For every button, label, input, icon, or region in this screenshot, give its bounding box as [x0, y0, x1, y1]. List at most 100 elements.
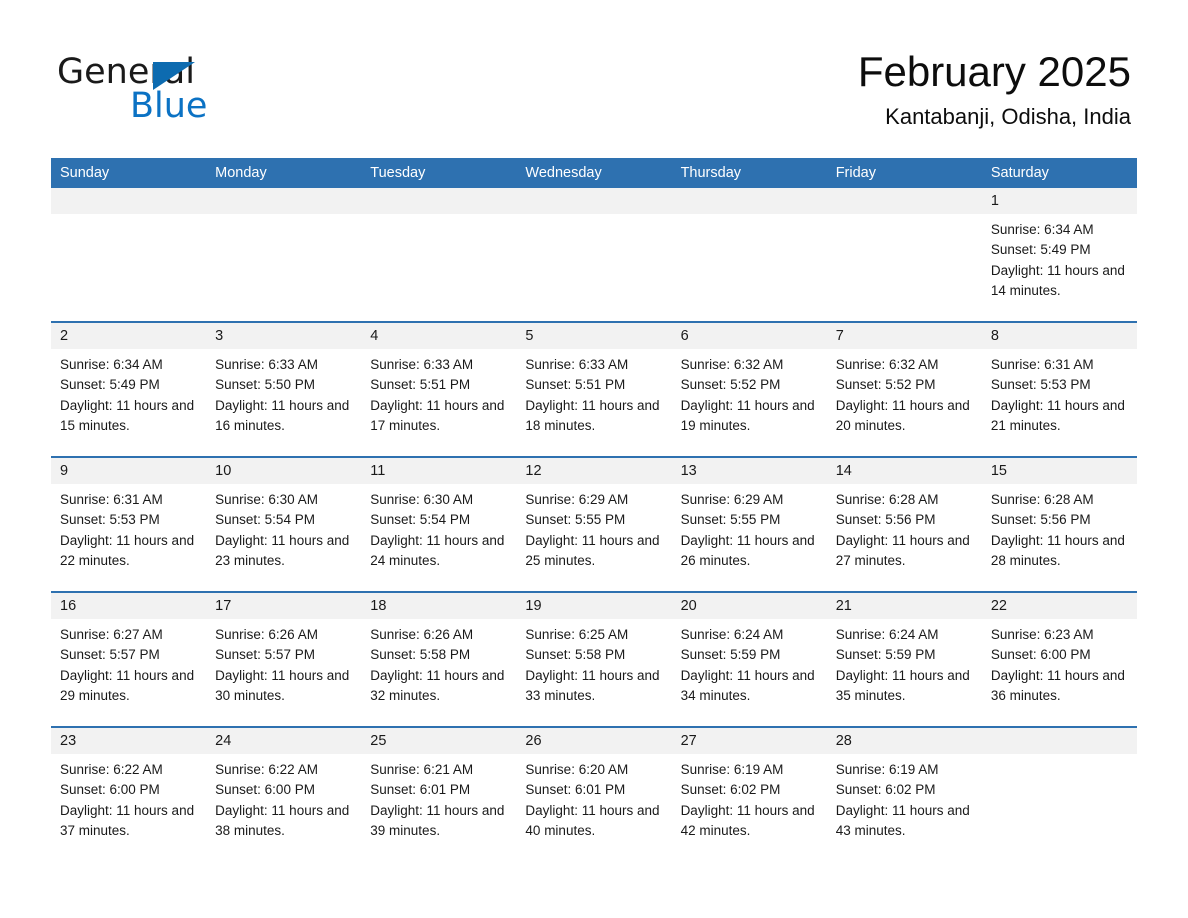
calendar-day-cell[interactable]: 3 Sunrise: 6:33 AM Sunset: 5:50 PM Daylight… — [206, 323, 362, 456]
calendar-page: General Blue February 2025 Kantabanji, O… — [0, 0, 1188, 918]
calendar-day-cell[interactable]: 27 Sunrise: 6:19 AM Sunset: 6:02 PM Dayligh… — [671, 728, 827, 861]
calendar-day-cell[interactable]: 18 Sunrise: 6:26 AM Sunset: 5:58 PM Dayligh… — [361, 593, 517, 726]
sunset-time: Sunset: 5:52 PM — [680, 377, 781, 393]
calendar-day-cell[interactable]: 28 Sunrise: 6:19 AM Sunset: 6:02 PM Dayligh… — [826, 728, 982, 861]
day-details: Sunrise: 6:30 AM Sunset: 5:54 PM Daylight:… — [361, 484, 516, 571]
calendar-day-cell[interactable]: 2 Sunrise: 6:34 AM Sunset: 5:49 PM Daylight… — [51, 323, 207, 456]
day-details: Sunrise: 6:21 AM Sunset: 6:01 PM Daylight:… — [361, 754, 516, 841]
sunrise-time: Sunrise: 6:21 AM — [370, 762, 474, 777]
day-of-week-header-friday: Friday — [835, 165, 876, 181]
day-number: 25 — [361, 728, 517, 754]
sunset-time: Sunset: 5:54 PM — [215, 512, 315, 528]
daylight-duration: Daylight: 11 hours and 23 minutes. — [215, 532, 350, 568]
calendar-day-cell[interactable]: 21 Sunrise: 6:24 AM Sunset: 5:59 PM Dayligh… — [826, 593, 982, 726]
day-number: 27 — [671, 728, 827, 754]
calendar-week-row: 16 Sunrise: 6:27 AM Sunset: 5:57 PM Dayligh… — [51, 591, 1137, 726]
day-details: Sunrise: 6:33 AM Sunset: 5:51 PM Daylight:… — [516, 349, 671, 436]
day-number: 1 — [981, 188, 1137, 214]
day-number: 16 — [51, 593, 207, 619]
calendar-day-cell[interactable]: 13 Sunrise: 6:29 AM Sunset: 5:55 PM Dayligh… — [671, 458, 827, 591]
sunrise-time: Sunrise: 6:32 AM — [680, 357, 784, 372]
sunset-time: Sunset: 6:02 PM — [680, 782, 781, 798]
day-details: Sunrise: 6:33 AM Sunset: 5:51 PM Daylight:… — [361, 349, 516, 436]
sunset-time: Sunset: 5:52 PM — [835, 377, 936, 393]
day-details: Sunrise: 6:25 AM Sunset: 5:58 PM Daylight:… — [516, 619, 671, 706]
day-details: Sunrise: 6:28 AM Sunset: 5:56 PM Daylight:… — [982, 484, 1137, 571]
calendar-day-cell[interactable]: 16 Sunrise: 6:27 AM Sunset: 5:57 PM Dayligh… — [51, 593, 207, 726]
sunset-time: Sunset: 6:01 PM — [370, 782, 471, 798]
calendar-day-cell[interactable]: 4 Sunrise: 6:33 AM Sunset: 5:51 PM Daylight… — [361, 323, 517, 456]
calendar-day-cell[interactable]: 25 Sunrise: 6:21 AM Sunset: 6:01 PM Dayligh… — [361, 728, 517, 861]
calendar-day-cell[interactable]: 9 Sunrise: 6:31 AM Sunset: 5:53 PM Daylight… — [51, 458, 207, 591]
day-of-week-header-saturday: Saturday — [990, 165, 1049, 181]
day-number: 7 — [826, 323, 982, 349]
day-number — [981, 728, 1137, 754]
calendar-day-cell[interactable]: 23 Sunrise: 6:22 AM Sunset: 6:00 PM Dayligh… — [51, 728, 207, 861]
sunset-time: Sunset: 5:57 PM — [215, 647, 315, 663]
sunrise-time: Sunrise: 6:28 AM — [835, 492, 939, 507]
sunset-time: Sunset: 6:02 PM — [835, 782, 936, 798]
calendar-day-cell-empty — [516, 188, 672, 321]
sunrise-time: Sunrise: 6:31 AM — [60, 492, 163, 507]
calendar-day-cell[interactable]: 22 Sunrise: 6:23 AM Sunset: 6:00 PM Dayligh… — [981, 593, 1137, 726]
calendar-day-cell[interactable]: 17 Sunrise: 6:26 AM Sunset: 5:57 PM Dayligh… — [206, 593, 362, 726]
day-details: Sunrise: 6:31 AM Sunset: 5:53 PM Daylight:… — [51, 484, 206, 571]
day-number: 6 — [671, 323, 827, 349]
daylight-duration: Daylight: 11 hours and 29 minutes. — [60, 667, 195, 703]
day-details: Sunrise: 6:24 AM Sunset: 5:59 PM Daylight:… — [827, 619, 982, 706]
day-number: 4 — [361, 323, 517, 349]
calendar-day-cell[interactable]: 15 Sunrise: 6:28 AM Sunset: 5:56 PM Dayligh… — [981, 458, 1137, 591]
daylight-duration: Daylight: 11 hours and 40 minutes. — [525, 802, 660, 838]
daylight-duration: Daylight: 11 hours and 21 minutes. — [990, 397, 1125, 433]
daylight-duration: Daylight: 11 hours and 28 minutes. — [990, 532, 1125, 568]
calendar-day-cell[interactable]: 10 Sunrise: 6:30 AM Sunset: 5:54 PM Dayligh… — [206, 458, 362, 591]
calendar-week-row: 2 Sunrise: 6:34 AM Sunset: 5:49 PM Daylight… — [51, 321, 1137, 456]
sunrise-time: Sunrise: 6:24 AM — [680, 627, 784, 642]
calendar-day-cell[interactable]: 24 Sunrise: 6:22 AM Sunset: 6:00 PM Dayligh… — [206, 728, 362, 861]
daylight-duration: Daylight: 11 hours and 42 minutes. — [680, 802, 815, 838]
day-of-week-header-sunday: Sunday — [60, 165, 110, 181]
sunrise-time: Sunrise: 6:30 AM — [215, 492, 318, 507]
calendar-week-row: 23 Sunrise: 6:22 AM Sunset: 6:00 PM Dayligh… — [51, 726, 1137, 861]
daylight-duration: Daylight: 11 hours and 22 minutes. — [60, 532, 195, 568]
calendar-day-cell[interactable]: 12 Sunrise: 6:29 AM Sunset: 5:55 PM Dayligh… — [516, 458, 672, 591]
calendar-day-cell[interactable]: 6 Sunrise: 6:32 AM Sunset: 5:52 PM Daylight… — [671, 323, 827, 456]
sunset-time: Sunset: 5:49 PM — [60, 377, 160, 393]
calendar-day-cell[interactable]: 5 Sunrise: 6:33 AM Sunset: 5:51 PM Daylight… — [516, 323, 672, 456]
calendar-day-cell[interactable]: 19 Sunrise: 6:25 AM Sunset: 5:58 PM Dayligh… — [516, 593, 672, 726]
sunrise-time: Sunrise: 6:24 AM — [835, 627, 939, 642]
calendar-day-cell[interactable]: 20 Sunrise: 6:24 AM Sunset: 5:59 PM Dayligh… — [671, 593, 827, 726]
generalblue-logo[interactable]: General Blue — [57, 52, 377, 128]
calendar-day-cell[interactable]: 26 Sunrise: 6:20 AM Sunset: 6:01 PM Dayligh… — [516, 728, 672, 861]
calendar-week-row: 9 Sunrise: 6:31 AM Sunset: 5:53 PM Daylight… — [51, 456, 1137, 591]
day-number — [671, 188, 827, 214]
sunset-time: Sunset: 5:55 PM — [525, 512, 626, 528]
sunset-time: Sunset: 5:58 PM — [525, 647, 626, 663]
calendar-week-row: 1 Sunrise: 6:34 AM Sunset: 5:49 PM Daylight… — [51, 188, 1137, 321]
calendar-day-cell[interactable]: 1 Sunrise: 6:34 AM Sunset: 5:49 PM Daylight… — [981, 188, 1137, 321]
sunrise-time: Sunrise: 6:33 AM — [215, 357, 318, 372]
sunset-time: Sunset: 6:01 PM — [525, 782, 626, 798]
sunset-time: Sunset: 5:51 PM — [370, 377, 471, 393]
title-block: February 2025 Kantabanji, Odisha, India — [858, 47, 1131, 130]
day-of-week-header-wednesday: Wednesday — [525, 165, 602, 181]
sunset-time: Sunset: 5:58 PM — [370, 647, 471, 663]
sunrise-time: Sunrise: 6:31 AM — [990, 357, 1094, 372]
sunset-time: Sunset: 5:59 PM — [835, 647, 936, 663]
day-number: 21 — [826, 593, 982, 619]
day-details: Sunrise: 6:30 AM Sunset: 5:54 PM Daylight:… — [206, 484, 361, 571]
calendar-day-cell[interactable]: 7 Sunrise: 6:32 AM Sunset: 5:52 PM Daylight… — [826, 323, 982, 456]
sunrise-time: Sunrise: 6:32 AM — [835, 357, 939, 372]
sunset-time: Sunset: 5:50 PM — [215, 377, 315, 393]
sunrise-time: Sunrise: 6:25 AM — [525, 627, 629, 642]
calendar-day-cell-empty — [51, 188, 207, 321]
calendar-day-cell[interactable]: 14 Sunrise: 6:28 AM Sunset: 5:56 PM Dayligh… — [826, 458, 982, 591]
day-number: 11 — [361, 458, 517, 484]
calendar-day-cell[interactable]: 8 Sunrise: 6:31 AM Sunset: 5:53 PM Daylight… — [981, 323, 1137, 456]
calendar-weeks: 1 Sunrise: 6:34 AM Sunset: 5:49 PM Daylight… — [51, 188, 1137, 861]
day-number: 5 — [516, 323, 672, 349]
day-number: 13 — [671, 458, 827, 484]
day-number — [206, 188, 362, 214]
calendar-day-cell-empty — [981, 728, 1137, 861]
calendar-day-cell[interactable]: 11 Sunrise: 6:30 AM Sunset: 5:54 PM Dayligh… — [361, 458, 517, 591]
